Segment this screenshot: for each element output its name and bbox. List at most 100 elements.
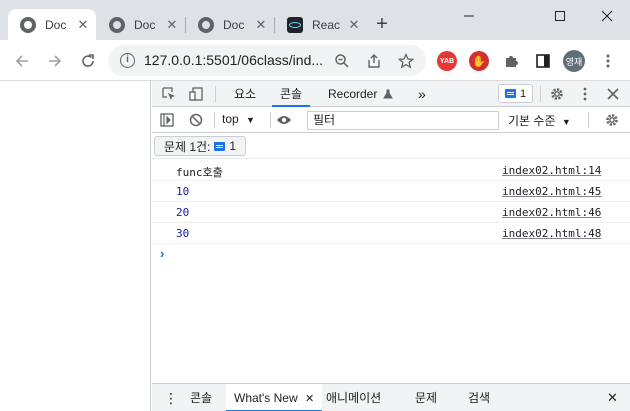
divider bbox=[540, 86, 541, 102]
console-settings-gear-icon[interactable] bbox=[603, 111, 621, 129]
close-icon bbox=[601, 10, 613, 22]
issues-button[interactable]: 문제 1건: 1 bbox=[154, 136, 246, 156]
tab-console[interactable]: 콘솔 bbox=[272, 81, 311, 107]
close-icon[interactable]: ✕ bbox=[253, 17, 269, 33]
clear-console-icon[interactable] bbox=[187, 111, 205, 129]
log-level-value: 기본 수준 bbox=[508, 114, 556, 128]
adblock-extension-icon[interactable]: ✋ bbox=[469, 51, 489, 71]
bookmark-star-icon[interactable] bbox=[395, 50, 417, 72]
tab-title: Reac bbox=[312, 17, 340, 32]
console-log-row: 30 index02.html:48 bbox=[152, 223, 630, 244]
zoom-icon[interactable] bbox=[331, 50, 353, 72]
context-select[interactable]: top ▼ bbox=[222, 112, 255, 129]
forward-button[interactable] bbox=[41, 47, 69, 75]
message-icon bbox=[214, 141, 226, 151]
eye-icon[interactable] bbox=[275, 111, 293, 129]
log-source-link[interactable]: index02.html:46 bbox=[502, 206, 601, 219]
drawer-tab-issues[interactable]: 문제 bbox=[415, 384, 437, 411]
divider bbox=[214, 112, 215, 128]
devtools-menu-icon[interactable] bbox=[576, 85, 594, 103]
react-icon bbox=[287, 16, 303, 33]
url-text[interactable]: 127.0.0.1:5501/06class/ind... bbox=[144, 52, 323, 68]
puzzle-icon bbox=[506, 56, 518, 67]
side-panel-button[interactable] bbox=[529, 47, 557, 75]
context-value: top bbox=[222, 112, 239, 126]
settings-gear-icon[interactable] bbox=[548, 85, 566, 103]
flask-icon bbox=[382, 89, 393, 99]
sidebar-toggle-icon[interactable] bbox=[158, 111, 176, 129]
drawer-tab-whats-new[interactable]: What's New ✕ bbox=[226, 384, 323, 411]
divider bbox=[270, 112, 271, 128]
extensions-button[interactable] bbox=[497, 47, 525, 75]
minimize-icon bbox=[464, 15, 474, 17]
tab-recorder[interactable]: Recorder bbox=[328, 81, 393, 107]
prompt-chevron-icon: › bbox=[160, 246, 165, 261]
globe-icon bbox=[20, 16, 36, 33]
close-drawer-icon[interactable]: ✕ bbox=[607, 384, 618, 411]
browser-tab-2[interactable]: Doc ✕ bbox=[97, 9, 185, 40]
log-source-link[interactable]: index02.html:45 bbox=[502, 185, 601, 198]
new-tab-button[interactable]: + bbox=[370, 13, 394, 37]
side-panel-icon bbox=[536, 54, 550, 68]
devtools-drawer: ⋮ 콘솔 What's New ✕ 애니메이션 문제 검색 ✕ bbox=[152, 383, 630, 411]
globe-icon bbox=[198, 16, 214, 33]
log-message: 20 bbox=[176, 206, 190, 219]
reload-icon bbox=[82, 54, 94, 67]
console-prompt[interactable]: › bbox=[152, 244, 630, 264]
close-icon[interactable]: ✕ bbox=[346, 17, 362, 33]
tab-elements[interactable]: 요소 bbox=[234, 81, 256, 107]
log-message: 30 bbox=[176, 227, 190, 240]
browser-tab-4[interactable]: Reac ✕ bbox=[275, 9, 363, 40]
close-window-button[interactable] bbox=[584, 2, 630, 30]
browser-tab-3[interactable]: Doc ✕ bbox=[186, 9, 274, 40]
share-icon[interactable] bbox=[363, 50, 385, 72]
reload-button[interactable] bbox=[74, 47, 102, 75]
log-level-select[interactable]: 기본 수준 ▼ bbox=[508, 112, 571, 129]
log-source-link[interactable]: index02.html:14 bbox=[502, 164, 601, 177]
drawer-tab-console[interactable]: 콘솔 bbox=[190, 384, 212, 411]
maximize-button[interactable] bbox=[537, 2, 583, 30]
divider bbox=[215, 86, 216, 102]
close-devtools-icon[interactable] bbox=[604, 85, 622, 103]
divider bbox=[588, 112, 589, 128]
issues-count: 1 bbox=[519, 87, 527, 100]
drawer-menu-icon[interactable]: ⋮ bbox=[164, 384, 178, 411]
back-arrow-icon bbox=[15, 55, 28, 67]
console-log-row: 20 index02.html:46 bbox=[152, 202, 630, 223]
close-icon[interactable]: ✕ bbox=[164, 17, 180, 33]
globe-icon bbox=[109, 16, 125, 33]
yab-extension-icon[interactable]: YAB bbox=[437, 51, 457, 71]
device-toolbar-icon[interactable] bbox=[187, 85, 205, 103]
issues-bar: 문제 1건: 1 bbox=[152, 134, 630, 159]
console-toolbar: top ▼ 필터 기본 수준 ▼ bbox=[152, 108, 630, 133]
console-output: func호출 index02.html:14 10 index02.html:4… bbox=[152, 160, 630, 264]
address-bar[interactable]: i 127.0.0.1:5501/06class/ind... bbox=[108, 45, 426, 76]
log-message: func호출 bbox=[176, 166, 223, 179]
close-icon[interactable]: ✕ bbox=[305, 393, 314, 405]
maximize-icon bbox=[555, 11, 565, 21]
forward-arrow-icon bbox=[49, 55, 62, 67]
drawer-tab-animations[interactable]: 애니메이션 bbox=[326, 384, 381, 411]
chrome-menu-button[interactable] bbox=[594, 47, 622, 75]
page-viewport[interactable] bbox=[0, 81, 151, 411]
more-tabs-icon[interactable]: » bbox=[418, 81, 426, 107]
back-button[interactable] bbox=[8, 47, 36, 75]
tab-title: Doc bbox=[45, 17, 67, 32]
inspect-element-icon[interactable] bbox=[160, 85, 178, 103]
message-icon bbox=[504, 89, 516, 98]
dropdown-arrow-icon: ▼ bbox=[246, 115, 255, 125]
issues-button-label: 문제 1건: bbox=[163, 139, 211, 154]
minimize-button[interactable] bbox=[446, 2, 492, 30]
devtools-panel: 요소 콘솔 Recorder » 1 top ▼ 필터 기본 수준 ▼ 문제 1… bbox=[152, 81, 630, 411]
site-info-icon[interactable]: i bbox=[120, 53, 135, 68]
drawer-tab-search[interactable]: 검색 bbox=[468, 384, 490, 411]
devtools-tab-bar: 요소 콘솔 Recorder » 1 bbox=[152, 81, 630, 107]
tab-title: Doc bbox=[134, 17, 156, 32]
issues-counter[interactable]: 1 bbox=[498, 84, 533, 103]
close-icon[interactable]: ✕ bbox=[75, 17, 91, 33]
filter-input[interactable]: 필터 bbox=[307, 111, 499, 130]
log-source-link[interactable]: index02.html:48 bbox=[502, 227, 601, 240]
browser-tab-1[interactable]: Doc ✕ bbox=[8, 9, 96, 40]
profile-avatar[interactable]: 영재 bbox=[563, 50, 585, 72]
issues-button-count: 1 bbox=[229, 139, 237, 153]
